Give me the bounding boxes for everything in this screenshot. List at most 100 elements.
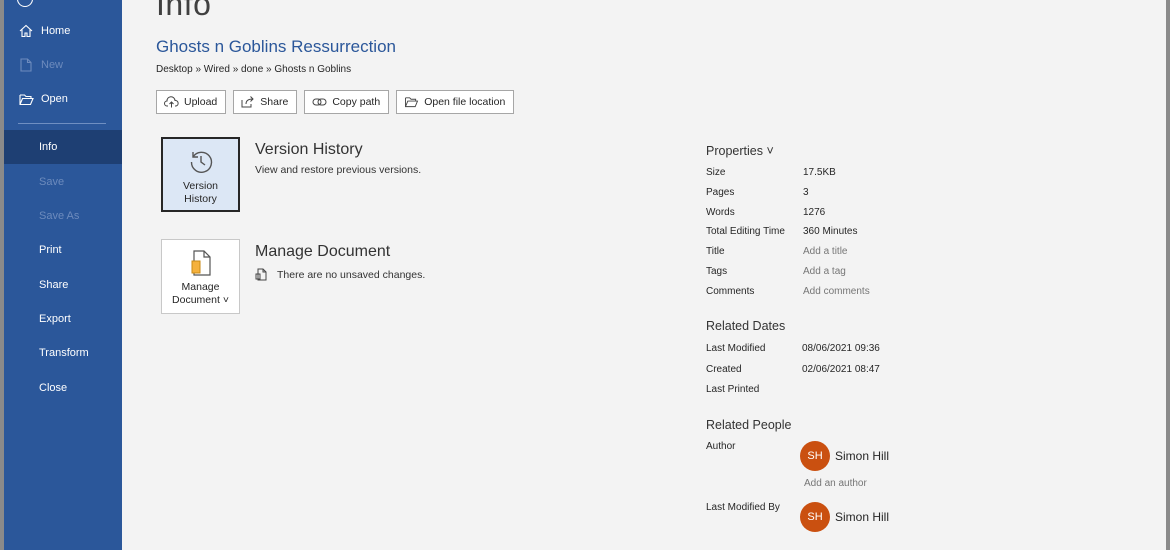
history-clock-icon	[187, 148, 215, 176]
folder-open-icon	[405, 97, 419, 108]
version-history-tile-label: Version History	[182, 180, 219, 205]
share-button[interactable]: Share	[233, 90, 298, 114]
author-label: Author	[706, 441, 736, 452]
sidebar-item-export[interactable]: Export	[4, 304, 122, 334]
file-actions-toolbar: Upload Share Copy path Open file locatio…	[156, 90, 515, 114]
add-title-field[interactable]: Add a title	[803, 246, 847, 257]
last-modified-by-name: Simon Hill	[835, 510, 890, 524]
sidebar-item-transform[interactable]: Transform	[4, 338, 122, 368]
sidebar-item-close[interactable]: Close	[4, 373, 122, 403]
related-people-heading: Related People	[706, 418, 792, 432]
version-history-button[interactable]: Version History	[161, 137, 240, 212]
sidebar-item-print[interactable]: Print	[4, 235, 122, 265]
property-comments: Comments Add comments	[706, 286, 1066, 302]
window-right-border	[1166, 0, 1170, 550]
breadcrumb: Desktop » Wired » done » Ghosts n Goblin…	[156, 64, 352, 75]
sidebar-item-label: Save As	[39, 210, 80, 222]
back-arrow-icon[interactable]	[17, 0, 33, 7]
folder-open-icon	[18, 91, 34, 107]
property-value: 17.5KB	[803, 167, 836, 178]
related-dates-heading: Related Dates	[706, 319, 786, 333]
upload-button[interactable]: Upload	[156, 90, 227, 114]
sidebar-item-save-as[interactable]: Save As	[4, 201, 122, 231]
add-tag-field[interactable]: Add a tag	[803, 266, 846, 277]
property-key: Pages	[706, 187, 735, 198]
property-key: Size	[706, 167, 726, 178]
version-history-heading: Version History	[255, 141, 363, 158]
version-history-description: View and restore previous versions.	[255, 164, 422, 176]
unsaved-changes-text: There are no unsaved changes.	[277, 268, 426, 281]
sidebar-item-label: Info	[39, 141, 58, 153]
link-icon	[312, 98, 327, 106]
property-key: Words	[706, 207, 735, 218]
sidebar-item-label: Home	[41, 25, 71, 37]
unsaved-changes-status: There are no unsaved changes.	[255, 268, 425, 281]
cloud-upload-icon	[164, 96, 179, 108]
property-key: Tags	[706, 266, 728, 277]
property-value: 3	[803, 187, 809, 198]
date-value: 02/06/2021 08:47	[802, 364, 880, 375]
property-value: 1276	[803, 207, 826, 218]
property-value: 360 Minutes	[803, 226, 858, 237]
property-size: Size 17.5KB	[706, 167, 1066, 183]
date-key: Last Printed	[706, 384, 760, 395]
sidebar-item-save[interactable]: Save	[4, 167, 122, 197]
sidebar-item-label: New	[41, 59, 64, 71]
properties-dropdown[interactable]: Properties ˅	[706, 144, 774, 158]
sidebar-item-label: Export	[39, 313, 71, 325]
last-modified-by-person-card[interactable]: SH Simon Hill	[800, 502, 889, 532]
sidebar-item-label: Transform	[39, 347, 89, 359]
sidebar-item-label: Share	[39, 279, 69, 291]
sidebar-item-label: Open	[41, 93, 68, 105]
author-name: Simon Hill	[835, 449, 890, 463]
date-last-modified: Last Modified 08/06/2021 09:36	[706, 343, 1066, 359]
document-title: Ghosts n Goblins Ressurrection	[156, 37, 396, 56]
sidebar-item-label: Close	[39, 382, 68, 394]
copy-path-label: Copy path	[332, 96, 381, 108]
new-document-icon	[18, 57, 34, 73]
sidebar-item-share[interactable]: Share	[4, 270, 122, 300]
sidebar-divider	[18, 123, 106, 124]
property-key: Title	[706, 246, 725, 257]
share-icon	[241, 96, 254, 108]
open-file-location-label: Open file location	[424, 96, 506, 108]
home-icon	[18, 23, 34, 39]
page-title: Info	[156, 0, 212, 22]
share-label: Share	[260, 96, 289, 108]
property-total-editing-time: Total Editing Time 360 Minutes	[706, 226, 1066, 242]
date-last-printed: Last Printed	[706, 384, 1066, 400]
backstage-sidebar: Home New Open Info Save Save As Print Sh…	[4, 0, 122, 550]
last-modified-by-label: Last Modified By	[706, 502, 780, 513]
sidebar-item-label: Print	[39, 244, 62, 256]
sidebar-item-label: Save	[39, 176, 65, 188]
property-key: Comments	[706, 286, 755, 297]
manage-document-heading: Manage Document	[255, 243, 391, 260]
manage-document-icon	[190, 249, 212, 277]
date-value: 08/06/2021 09:36	[802, 343, 880, 354]
date-key: Last Modified	[706, 343, 766, 354]
sidebar-item-info[interactable]: Info	[4, 130, 122, 164]
property-tags: Tags Add a tag	[706, 266, 1066, 282]
manage-document-tile-label: Manage Document ˅	[172, 281, 229, 306]
add-comments-field[interactable]: Add comments	[803, 286, 870, 297]
property-words: Words 1276	[706, 207, 1066, 223]
properties-panel: Properties ˅ Size 17.5KB Pages 3 Words 1…	[706, 0, 1146, 550]
document-check-icon	[255, 268, 267, 281]
add-author-field[interactable]: Add an author	[804, 478, 867, 489]
avatar: SH	[800, 441, 830, 471]
property-pages: Pages 3	[706, 187, 1066, 203]
sidebar-item-home[interactable]: Home	[4, 16, 122, 46]
date-created: Created 02/06/2021 08:47	[706, 364, 1066, 380]
upload-label: Upload	[184, 96, 218, 108]
copy-path-button[interactable]: Copy path	[304, 90, 390, 114]
author-person-card[interactable]: SH Simon Hill	[800, 441, 889, 471]
info-pane: Info Ghosts n Goblins Ressurrection Desk…	[122, 0, 1166, 550]
manage-document-button[interactable]: Manage Document ˅	[161, 239, 240, 314]
sidebar-item-open[interactable]: Open	[4, 84, 122, 114]
property-title: Title Add a title	[706, 246, 1066, 262]
open-file-location-button[interactable]: Open file location	[396, 90, 515, 114]
avatar: SH	[800, 502, 830, 532]
sidebar-item-new[interactable]: New	[4, 50, 122, 80]
date-key: Created	[706, 364, 742, 375]
property-key: Total Editing Time	[706, 226, 785, 237]
